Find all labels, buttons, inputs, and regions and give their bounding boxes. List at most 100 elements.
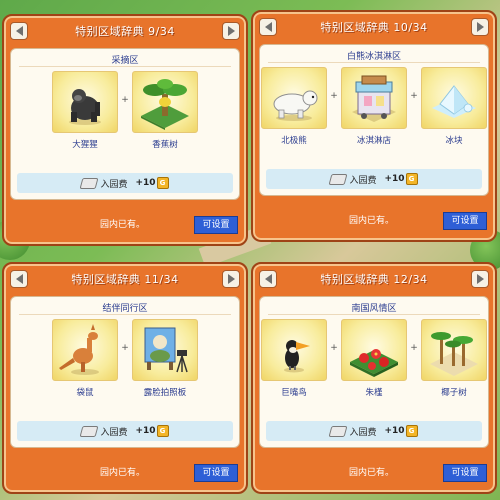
entrance-fee-bar: 入园费 +10 G	[266, 421, 482, 441]
arrow-right-icon	[476, 22, 484, 32]
item-label: 椰子树	[441, 388, 467, 398]
kangaroo-icon	[52, 319, 118, 381]
ice-cream-shop-icon	[341, 67, 407, 129]
arrow-left-icon	[15, 26, 23, 36]
configure-button[interactable]: 可设置	[443, 212, 487, 230]
previous-page-button[interactable]	[259, 270, 277, 288]
panel-header: 特别区域辞典 12/34	[253, 264, 495, 294]
fee-value: +10	[135, 426, 156, 436]
area-name: 采摘区	[111, 56, 139, 66]
item-list: 巨嘴鸟 + 朱槿 + 椰子树	[260, 319, 488, 401]
divider	[268, 314, 480, 315]
dictionary-panel-11: 特别区域辞典 11/34 结伴同行区 袋鼠 + 露脸拍照板 入园费 +10 G …	[2, 262, 248, 494]
item-label: 巨嘴鸟	[281, 388, 307, 398]
configure-button[interactable]: 可设置	[194, 464, 238, 482]
dictionary-panel-12: 特别区域辞典 12/34 南国风情区 巨嘴鸟 + 朱槿 + 椰子树 入园费 +1…	[251, 262, 497, 494]
panel-header: 特别区域辞典 9/34	[4, 16, 246, 46]
next-page-button[interactable]	[222, 270, 240, 288]
item-kangaroo[interactable]: 袋鼠	[51, 319, 119, 398]
item-list: 大猩猩 + 香蕉树	[11, 71, 239, 153]
fee-label: 入园费	[349, 427, 377, 438]
item-polar-bear[interactable]: 北极熊	[260, 67, 328, 146]
entrance-fee-bar: 入园费 +10 G	[17, 421, 233, 441]
fee-label: 入园费	[349, 175, 377, 186]
divider	[268, 62, 480, 63]
item-photo-board[interactable]: 露脸拍照板	[131, 319, 199, 398]
previous-page-button[interactable]	[259, 18, 277, 36]
fee-label: 入园费	[100, 179, 128, 190]
dictionary-panel-10: 特别区域辞典 10/34 白熊冰淇淋区 北极熊 + 冰淇淋店 + 冰块 入园费 …	[251, 10, 497, 242]
item-label: 露脸拍照板	[143, 388, 187, 398]
gold-coin-icon: G	[405, 425, 418, 437]
area-card: 白熊冰淇淋区 北极熊 + 冰淇淋店 + 冰块 入园费 +10 G	[259, 44, 489, 196]
plus-sign: +	[330, 91, 338, 101]
gorilla-icon	[52, 71, 118, 133]
item-ice-block[interactable]: 冰块	[420, 67, 488, 146]
item-palm-tree[interactable]: 椰子树	[420, 319, 488, 398]
arrow-left-icon	[264, 274, 272, 284]
panel-title: 特别区域辞典 10/34	[320, 21, 428, 34]
item-label: 冰块	[445, 136, 463, 146]
arrow-right-icon	[227, 274, 235, 284]
panel-header: 特别区域辞典 11/34	[4, 264, 246, 294]
arrow-right-icon	[476, 274, 484, 284]
item-banana-tree[interactable]: 香蕉树	[131, 71, 199, 150]
ticket-icon	[328, 425, 348, 437]
item-label: 袋鼠	[76, 388, 94, 398]
item-hibiscus[interactable]: 朱槿	[340, 319, 408, 398]
fee-value: +10	[384, 174, 405, 184]
gold-coin-icon: G	[156, 177, 169, 189]
item-list: 袋鼠 + 露脸拍照板	[11, 319, 239, 401]
item-list: 北极熊 + 冰淇淋店 + 冰块	[260, 67, 488, 149]
item-label: 大猩猩	[72, 140, 98, 150]
next-page-button[interactable]	[222, 22, 240, 40]
item-label: 北极熊	[281, 136, 307, 146]
fee-value: +10	[135, 178, 156, 188]
plus-sign: +	[121, 95, 129, 105]
ticket-icon	[79, 425, 99, 437]
arrow-right-icon	[227, 26, 235, 36]
status-text: 园内已有。	[100, 468, 146, 478]
panel-title: 特别区域辞典 9/34	[75, 25, 175, 38]
arrow-left-icon	[264, 22, 272, 32]
item-label: 朱槿	[365, 388, 383, 398]
area-name: 结伴同行区	[102, 304, 148, 314]
configure-button[interactable]: 可设置	[194, 216, 238, 234]
next-page-button[interactable]	[471, 18, 489, 36]
previous-page-button[interactable]	[10, 270, 28, 288]
photo-board-icon	[132, 319, 198, 381]
item-ice-cream-shop[interactable]: 冰淇淋店	[340, 67, 408, 146]
banana-tree-icon	[132, 71, 198, 133]
next-page-button[interactable]	[471, 270, 489, 288]
entrance-fee-bar: 入园费 +10 G	[266, 169, 482, 189]
divider	[19, 66, 231, 67]
palm-tree-icon	[421, 319, 487, 381]
area-card: 结伴同行区 袋鼠 + 露脸拍照板 入园费 +10 G	[10, 296, 240, 448]
entrance-fee-bar: 入园费 +10 G	[17, 173, 233, 193]
item-label: 冰淇淋店	[356, 136, 391, 146]
status-text: 园内已有。	[349, 216, 395, 226]
area-name: 白熊冰淇淋区	[346, 52, 401, 62]
hibiscus-icon	[341, 319, 407, 381]
area-card: 采摘区 大猩猩 + 香蕉树 入园费 +10 G	[10, 48, 240, 200]
arrow-left-icon	[15, 274, 23, 284]
previous-page-button[interactable]	[10, 22, 28, 40]
item-gorilla[interactable]: 大猩猩	[51, 71, 119, 150]
fee-label: 入园费	[100, 427, 128, 438]
panel-title: 特别区域辞典 12/34	[320, 273, 428, 286]
ticket-icon	[328, 173, 348, 185]
divider	[19, 314, 231, 315]
gold-coin-icon: G	[405, 173, 418, 185]
item-toucan[interactable]: 巨嘴鸟	[260, 319, 328, 398]
ice-block-icon	[421, 67, 487, 129]
panel-header: 特别区域辞典 10/34	[253, 12, 495, 42]
fee-value: +10	[384, 426, 405, 436]
configure-button[interactable]: 可设置	[443, 464, 487, 482]
polar-bear-icon	[261, 67, 327, 129]
plus-sign: +	[121, 343, 129, 353]
dictionary-panel-9: 特别区域辞典 9/34 采摘区 大猩猩 + 香蕉树 入园费 +10 G 园内已有…	[2, 14, 248, 246]
plus-sign: +	[410, 343, 418, 353]
panel-title: 特别区域辞典 11/34	[71, 273, 179, 286]
gold-coin-icon: G	[156, 425, 169, 437]
toucan-icon	[261, 319, 327, 381]
